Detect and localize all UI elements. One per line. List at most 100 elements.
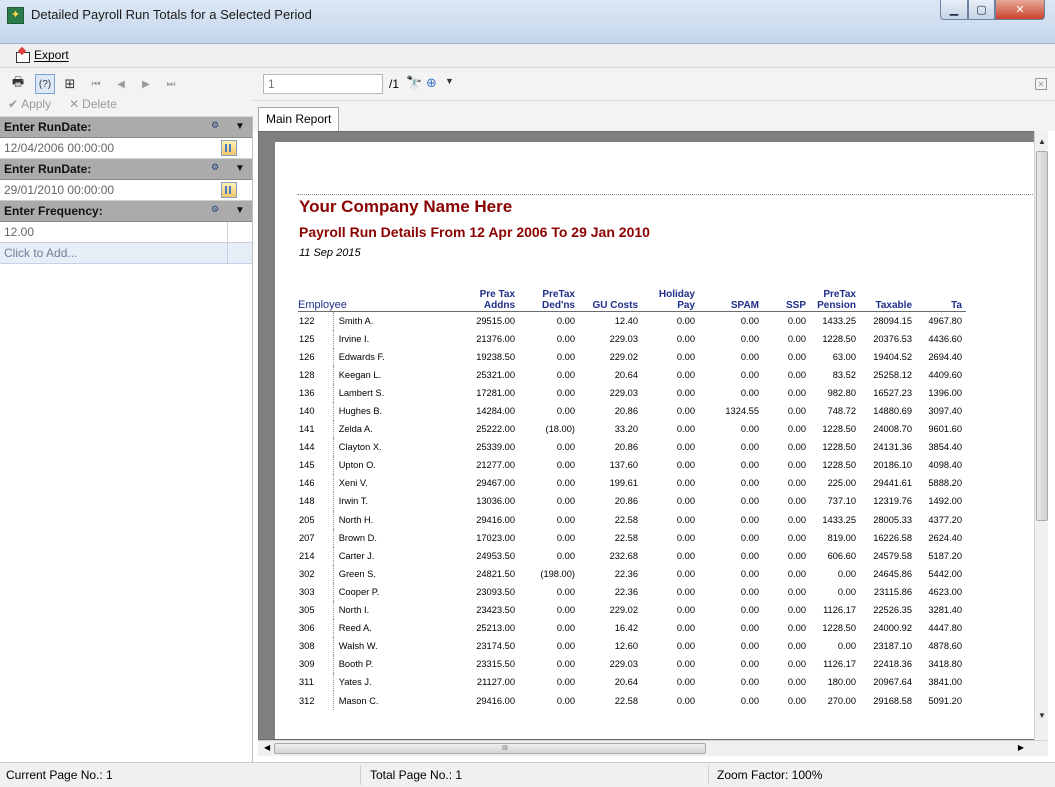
printer-icon[interactable]: 🖶 <box>8 74 28 94</box>
horizontal-scroll-thumb[interactable]: III <box>274 743 706 754</box>
group-tree-icon[interactable]: ⊞ <box>60 74 80 94</box>
help-icon[interactable]: (?) <box>35 74 55 94</box>
status-divider <box>360 765 361 785</box>
cell-employee-name: Xeni V. <box>338 478 368 489</box>
chevron-down-icon[interactable]: ▼ <box>235 163 245 174</box>
last-page-icon[interactable]: ⏭ <box>161 74 181 94</box>
cell-holiday-pay: 0.00 <box>676 695 695 706</box>
cell-pretax-dedns: 0.00 <box>556 641 575 652</box>
report-viewport[interactable]: Your Company Name Here Payroll Run Detai… <box>258 131 1048 740</box>
param-field-rundate-end[interactable]: 29/01/2010 00:00:00 <box>0 180 252 201</box>
minimize-button[interactable]: ▁ <box>940 0 968 20</box>
cell-pretax-addns: 21277.00 <box>476 460 515 471</box>
cell-pretax-pension: 0.00 <box>837 586 856 597</box>
payroll-rows: 122 Smith A. 29515.00 0.00 12.40 0.00 0.00 0.00… <box>298 311 966 710</box>
close-button[interactable]: ✕ <box>995 0 1045 20</box>
status-total-page: Total Page No.: 1 <box>370 768 463 782</box>
cell-employee-name: Yates J. <box>338 677 372 688</box>
delete-button[interactable]: ✕ Delete <box>69 97 117 111</box>
chevron-down-icon[interactable]: ▼ <box>445 76 454 86</box>
cell-ssp: 0.00 <box>787 623 806 634</box>
cell-ta: 9601.60 <box>928 424 962 435</box>
horizontal-scrollbar[interactable]: ◀ III ▶ <box>258 740 1048 756</box>
cell-taxable: 20376.53 <box>873 333 912 344</box>
scroll-up-icon[interactable]: ▲ <box>1038 137 1046 146</box>
cell-pretax-dedns: 0.00 <box>556 333 575 344</box>
calendar-icon[interactable] <box>221 182 237 198</box>
viewer-toolbar: 1 /1 🔭 ⊕ ▼ ✕ <box>253 68 1055 101</box>
page-number-input[interactable]: 1 <box>263 74 383 94</box>
cell-pretax-addns: 29515.00 <box>476 315 515 326</box>
scroll-left-icon[interactable]: ◀ <box>264 743 270 752</box>
cell-ssp: 0.00 <box>787 460 806 471</box>
delete-label: Delete <box>82 97 117 111</box>
prev-page-icon[interactable]: ◀ <box>111 74 131 94</box>
maximize-button[interactable]: ▢ <box>968 0 995 20</box>
chevron-down-icon[interactable]: ▼ <box>235 121 245 132</box>
delete-icon: ✕ <box>69 97 80 111</box>
first-page-icon[interactable]: ⏮ <box>86 74 106 94</box>
close-view-icon[interactable]: ✕ <box>1035 78 1047 90</box>
status-divider <box>708 765 709 785</box>
cell-employee-name: Booth P. <box>338 659 374 670</box>
binoculars-icon[interactable]: 🔭 <box>406 75 422 91</box>
column-header-pretax-dedns: PreTax Ded'ns <box>519 289 579 312</box>
click-to-add-row[interactable]: Click to Add... <box>0 243 252 264</box>
cell-pretax-dedns: 0.00 <box>556 550 575 561</box>
cell-employee-name: Brown D. <box>338 532 377 543</box>
cell-employee-code: 312 <box>298 691 334 710</box>
cell-ssp: 0.00 <box>787 496 806 507</box>
checkmark-icon: ✔ <box>8 97 19 111</box>
cell-ta: 2624.40 <box>928 532 962 543</box>
export-icon <box>14 47 30 63</box>
zoom-icon[interactable]: ⊕ <box>426 75 437 91</box>
cell-pretax-pension: 1433.25 <box>822 315 856 326</box>
cell-employee-name: Lambert S. <box>338 387 385 398</box>
scroll-down-icon[interactable]: ▼ <box>1038 711 1046 720</box>
cell-gu-costs: 22.58 <box>614 695 638 706</box>
column-header-taxable: Taxable <box>860 289 916 312</box>
param-header-rundate-end: Enter RunDate: ⚙ ▼ <box>0 159 252 180</box>
vertical-scroll-thumb[interactable] <box>1036 151 1048 521</box>
cell-pretax-dedns: 0.00 <box>556 532 575 543</box>
next-page-icon[interactable]: ▶ <box>136 74 156 94</box>
table-row: 207 Brown D. 17023.00 0.00 22.58 0.00 0.00 0.00… <box>298 528 966 547</box>
cell-ta: 3841.00 <box>928 677 962 688</box>
cell-gu-costs: 22.36 <box>614 586 638 597</box>
chevron-down-icon[interactable]: ▼ <box>235 205 245 216</box>
cell-gu-costs: 22.36 <box>614 568 638 579</box>
cell-pretax-dedns: (198.00) <box>540 568 575 579</box>
cell-pretax-pension: 0.00 <box>837 641 856 652</box>
table-row: 311 Yates J. 21127.00 0.00 20.64 0.00 0.00 0.00… <box>298 673 966 692</box>
window-title: Detailed Payroll Run Totals for a Select… <box>31 7 312 22</box>
cell-employee-code: 146 <box>298 474 334 493</box>
table-row: 214 Carter J. 24953.50 0.00 232.68 0.00 0.00 0.… <box>298 546 966 565</box>
table-row: 148 Irwin T. 13036.00 0.00 20.86 0.00 0.00 0.00… <box>298 492 966 511</box>
cell-pretax-pension: 225.00 <box>827 478 856 489</box>
cell-gu-costs: 12.40 <box>614 315 638 326</box>
cell-pretax-addns: 29467.00 <box>476 478 515 489</box>
export-menu-button[interactable]: Export <box>14 47 69 63</box>
cell-ta: 1492.00 <box>928 496 962 507</box>
param-field-frequency[interactable]: 12.00 <box>0 222 252 243</box>
param-field-rundate-start[interactable]: 12/04/2006 00:00:00 <box>0 138 252 159</box>
scroll-right-icon[interactable]: ▶ <box>1018 743 1024 752</box>
cell-spam: 0.00 <box>740 424 759 435</box>
cell-ssp: 0.00 <box>787 442 806 453</box>
cell-employee-name: Hughes B. <box>338 406 383 417</box>
cell-taxable: 22526.35 <box>873 605 912 616</box>
menu-bar: Export <box>0 44 1055 68</box>
tab-main-report[interactable]: Main Report <box>258 107 340 131</box>
cell-ta: 2694.40 <box>928 351 962 362</box>
cell-ssp: 0.00 <box>787 369 806 380</box>
cell-pretax-addns: 29416.00 <box>476 695 515 706</box>
report-subtitle: Payroll Run Details From 12 Apr 2006 To … <box>299 224 650 240</box>
cell-pretax-addns: 25213.00 <box>476 623 515 634</box>
calendar-icon[interactable] <box>221 140 237 156</box>
apply-button[interactable]: ✔ Apply <box>8 97 51 111</box>
vertical-scrollbar[interactable]: ▲ ▼ <box>1034 131 1048 740</box>
cell-ta: 1396.00 <box>928 387 962 398</box>
cell-pretax-pension: 83.52 <box>832 369 856 380</box>
cell-employee-name: North H. <box>338 514 374 525</box>
cell-gu-costs: 12.60 <box>614 641 638 652</box>
